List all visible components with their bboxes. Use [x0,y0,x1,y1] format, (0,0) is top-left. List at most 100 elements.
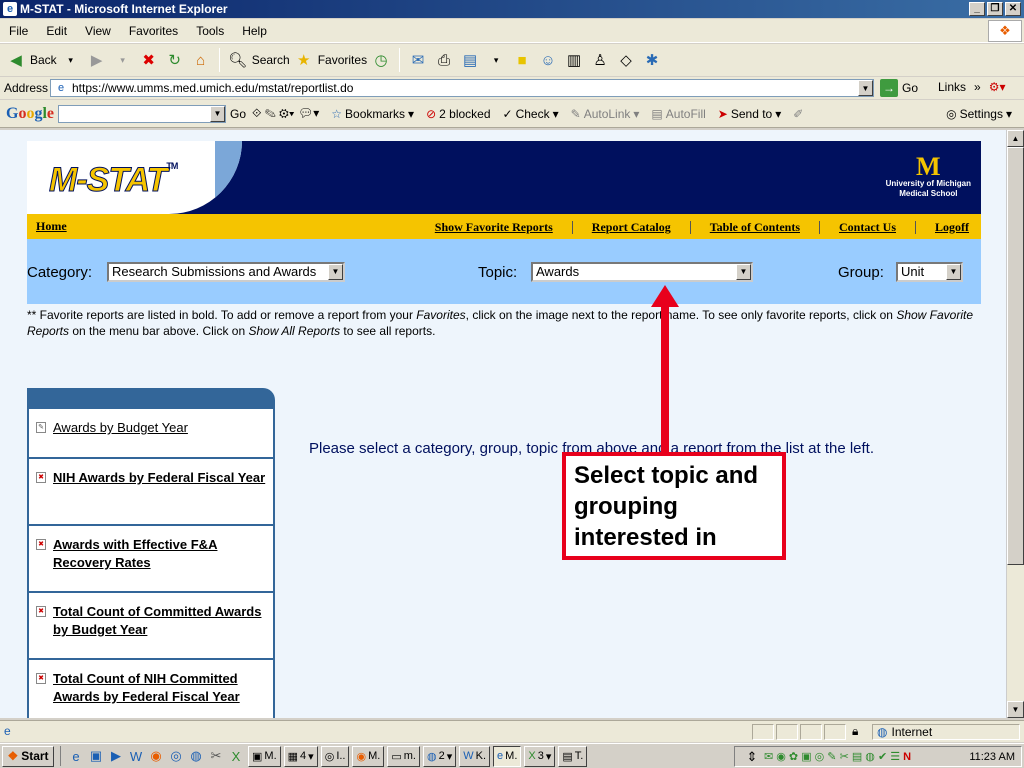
scroll-thumb[interactable] [1007,147,1024,565]
tray-expand-icon[interactable]: ⇕ [743,748,761,766]
history-icon[interactable]: ◷ [369,48,393,72]
favorite-toggle-icon[interactable]: ✖ [36,606,46,617]
nav-contact-us[interactable]: Contact Us [839,220,896,235]
mstat-logo[interactable]: M-STATTM [48,161,178,200]
favorite-toggle-icon[interactable]: ✎ [36,422,46,433]
discuss-icon[interactable]: ■ [510,48,534,72]
report-link[interactable]: Awards with Effective F&A Recovery Rates [53,537,217,570]
favorite-toggle-icon[interactable]: ✖ [36,673,46,684]
nav-logoff[interactable]: Logoff [935,220,969,235]
search-icon[interactable]: 🔍︎ [226,48,250,72]
google-search-input[interactable]: ▼ [58,104,227,123]
edit-dropdown-icon[interactable]: ▾ [484,48,508,72]
explorer-quicklaunch-icon[interactable]: ▣ [87,747,105,765]
close-button[interactable]: ✕ [1005,2,1021,16]
firefox-quicklaunch-icon[interactable]: ◉ [147,747,165,765]
menu-edit[interactable]: Edit [37,24,76,38]
browser-quicklaunch-icon[interactable]: ◎ [167,747,185,765]
go-button[interactable]: → Go [880,79,918,97]
back-button[interactable]: Back [30,53,57,67]
autolink-button[interactable]: ✎ AutoLink ▾ [571,107,640,121]
back-dropdown-icon[interactable]: ▾ [59,48,83,72]
nav-home[interactable]: Home [36,219,67,234]
messenger-icon[interactable]: ☺ [536,48,560,72]
menu-tools[interactable]: Tools [187,24,233,38]
scroll-up-icon[interactable]: ▲ [1007,130,1024,147]
refresh-icon[interactable]: ↻ [163,48,187,72]
search-button[interactable]: Search [252,53,290,67]
vertical-scrollbar[interactable]: ▲ ▼ [1006,130,1024,718]
task-button[interactable]: ▣ M. [248,745,281,767]
topic-select[interactable]: Awards ▼ [531,262,753,282]
category-dropdown-icon[interactable]: ▼ [328,264,343,280]
research-icon[interactable]: ▥ [562,48,586,72]
group-dropdown-icon[interactable]: ▼ [946,264,961,280]
nav-report-catalog[interactable]: Report Catalog [592,220,671,235]
scroll-down-icon[interactable]: ▼ [1007,701,1024,718]
translate-icon[interactable]: ⚙▾ [989,80,1006,94]
favorites-star-icon[interactable]: ★ [292,48,316,72]
nav-show-favorite-reports[interactable]: Show Favorite Reports [435,220,553,235]
nav-table-of-contents[interactable]: Table of Contents [710,220,800,235]
home-icon[interactable]: ⌂ [189,48,213,72]
address-url[interactable]: https://www.umms.med.umich.edu/mstat/rep… [72,81,353,95]
send-to-button[interactable]: ➤ Send to ▾ [718,107,781,121]
task-button-active[interactable]: e M. [493,745,522,767]
bookmarks-button[interactable]: ☆ Bookmarks ▾ [331,107,414,121]
task-button[interactable]: ◉ M. [352,745,385,767]
favorite-toggle-icon[interactable]: ✖ [36,472,46,483]
start-button[interactable]: ❖ Start [2,745,54,767]
task-button[interactable]: ◍ 2 ▾ [422,745,457,767]
autofill-button[interactable]: ▤ AutoFill [651,107,705,121]
forward-icon[interactable]: ▶ [85,48,109,72]
highlight-icon[interactable]: ✐ [793,107,803,121]
print-icon[interactable]: ⎙ [432,48,456,72]
task-button[interactable]: ▦ 4 ▾ [283,745,318,767]
address-dropdown-icon[interactable]: ▼ [858,80,873,96]
media-quicklaunch-icon[interactable]: ▶ [107,747,125,765]
google-search-dropdown-icon[interactable]: ▼ [210,105,226,122]
address-input[interactable]: e https://www.umms.med.umich.edu/mstat/r… [50,79,874,97]
popup-blocked-button[interactable]: ⊘ 2 blocked [426,107,490,121]
group-select[interactable]: Unit ▼ [896,262,963,282]
tools-quicklaunch-icon[interactable]: ✂ [207,747,225,765]
menu-help[interactable]: Help [233,24,276,38]
task-button[interactable]: X 3 ▾ [524,745,556,767]
clock[interactable]: 11:23 AM [969,751,1015,763]
task-button[interactable]: ◎ I.. [320,745,350,767]
topic-dropdown-icon[interactable]: ▼ [736,264,751,280]
diamond-icon[interactable]: ◇ [614,48,638,72]
tray-icons[interactable]: ✉ ◉ ✿ ▣ ◎ ✎ ✂ ▤ ◍ ✔ ☰ [764,750,900,763]
task-button[interactable]: ▭ m. [387,745,420,767]
word-quicklaunch-icon[interactable]: W [127,747,145,765]
links-toolbar[interactable]: Links » ⚙▾ [938,80,1005,94]
google-go-button[interactable]: Go [230,107,246,121]
report-link[interactable]: NIH Awards by Federal Fiscal Year [53,470,265,485]
globe-quicklaunch-icon[interactable]: ◍ [187,747,205,765]
excel-quicklaunch-icon[interactable]: X [227,747,245,765]
favorite-toggle-icon[interactable]: ✖ [36,539,46,550]
favorites-button[interactable]: Favorites [318,53,367,67]
edit-icon[interactable]: ▤ [458,48,482,72]
task-button[interactable]: ▤ T. [558,745,588,767]
settings-button[interactable]: ◎ Settings ▾ [946,107,1012,121]
links-label[interactable]: Links [938,80,966,94]
stop-icon[interactable]: ✖ [137,48,161,72]
spellcheck-button[interactable]: ✓ Check ▾ [503,107,559,121]
tray-n-icon[interactable]: N [903,751,911,763]
google-tools-icons[interactable]: ⟐ ✎ ⚙▾ 💬︎▾ [252,106,319,121]
category-select[interactable]: Research Submissions and Awards ▼ [107,262,345,282]
task-button[interactable]: W K. [459,745,491,767]
restore-button[interactable]: ❐ [987,2,1003,16]
ie-quicklaunch-icon[interactable]: e [67,747,85,765]
menu-view[interactable]: View [76,24,120,38]
chevron-icon[interactable]: » [974,80,981,94]
menu-file[interactable]: File [0,24,37,38]
report-link[interactable]: Total Count of NIH Committed Awards by F… [53,671,240,704]
menu-favorites[interactable]: Favorites [120,24,187,38]
minimize-button[interactable]: _ [969,2,985,16]
mail-icon[interactable]: ✉ [406,48,430,72]
report-link[interactable]: Total Count of Committed Awards by Budge… [53,604,261,637]
forward-dropdown-icon[interactable]: ▾ [111,48,135,72]
report-link[interactable]: Awards by Budget Year [53,420,188,435]
